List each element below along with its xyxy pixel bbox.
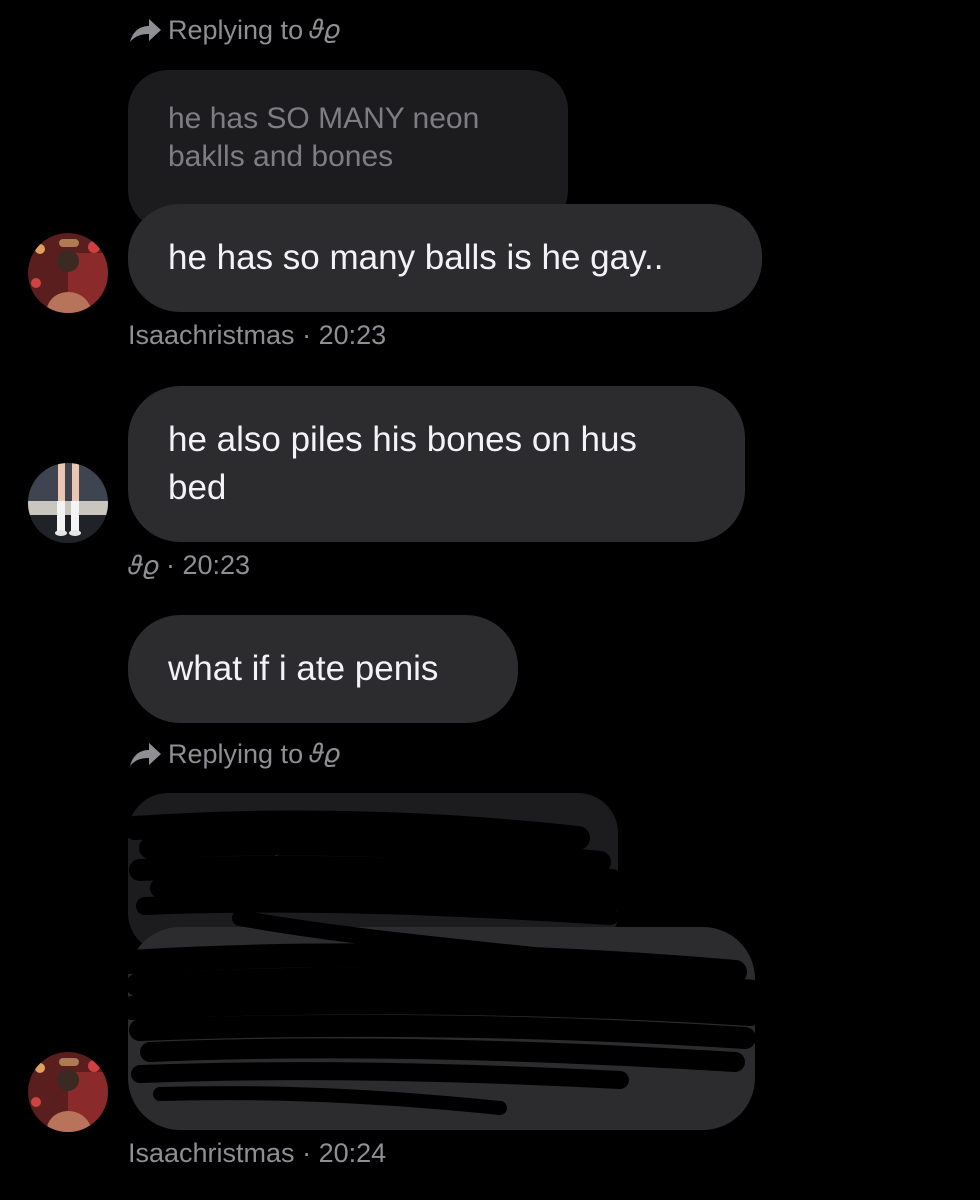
avatar[interactable] — [28, 463, 108, 543]
message-bubble[interactable]: what if i ate penis — [128, 615, 518, 723]
quoted-message-text: he has SO MANY neon baklls and bones — [168, 102, 480, 173]
reply-target-name[interactable]: 𝜗𝜚 — [309, 14, 339, 46]
quoted-message-text: he also piles his bones on hus bed — [168, 825, 570, 896]
timestamp: · 20:24 — [302, 1138, 387, 1168]
reply-arrow-icon — [130, 19, 161, 42]
reply-label: Replying to — [168, 738, 304, 769]
message-meta: 𝜗𝜚 · 20:23 — [128, 550, 250, 582]
avatar[interactable] — [28, 233, 108, 313]
reply-label: Replying to — [168, 14, 304, 45]
author-name[interactable]: 𝜗𝜚 — [128, 550, 158, 580]
author-name[interactable]: Isaachristmas — [128, 1138, 295, 1168]
reply-header: Replying to 𝜗𝜚 — [128, 738, 340, 770]
reply-arrow-icon — [130, 743, 161, 766]
timestamp: · 20:23 — [165, 550, 251, 580]
message-meta: Isaachristmas · 20:23 — [128, 320, 386, 351]
avatar[interactable] — [28, 1052, 108, 1132]
message-meta: Isaachristmas · 20:24 — [128, 1138, 386, 1169]
author-name[interactable]: Isaachristmas — [128, 320, 295, 350]
message-bubble[interactable] — [128, 927, 755, 1130]
avatar-photo — [28, 1052, 108, 1132]
reply-target-name[interactable]: 𝜗𝜚 — [309, 738, 339, 770]
avatar-photo — [28, 463, 108, 543]
message-text: he also piles his bones on hus bed — [168, 420, 637, 507]
message-bubble[interactable]: he has so many balls is he gay.. — [128, 204, 762, 312]
message-bubble[interactable]: he also piles his bones on hus bed — [128, 386, 745, 542]
message-text: he has so many balls is he gay.. — [168, 238, 664, 277]
message-text: what if i ate penis — [168, 649, 439, 688]
avatar-photo — [28, 233, 108, 313]
timestamp: · 20:23 — [302, 320, 387, 350]
reply-header: Replying to 𝜗𝜚 — [128, 14, 340, 46]
